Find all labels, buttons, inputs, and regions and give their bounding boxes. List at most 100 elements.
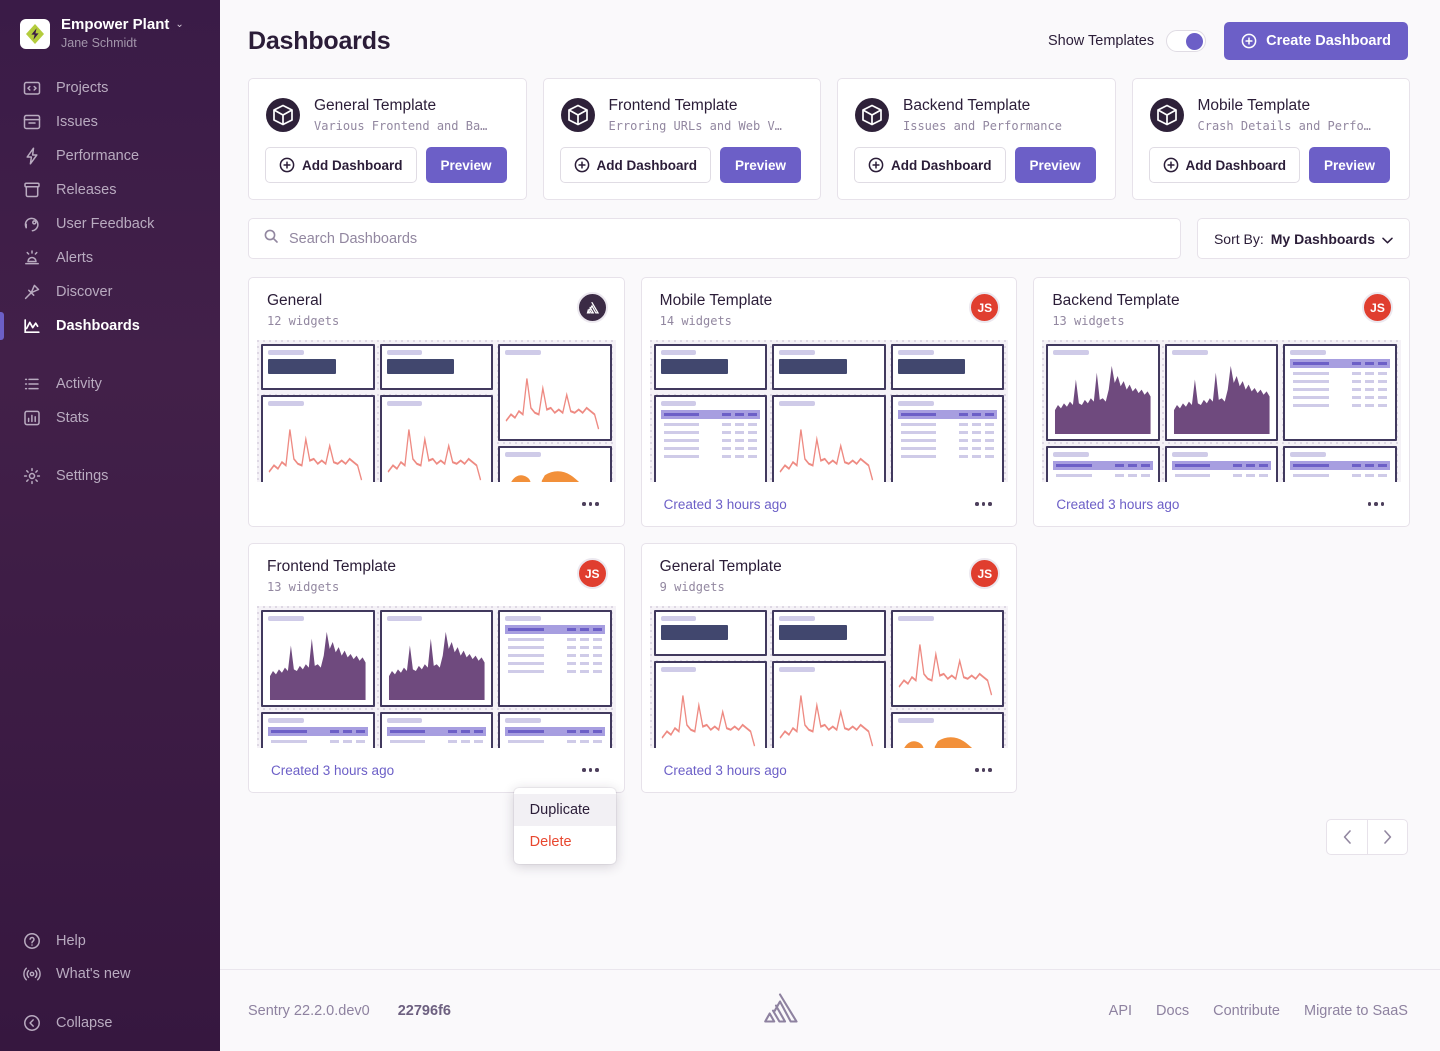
show-templates-toggle[interactable] (1166, 30, 1206, 52)
template-card-actions: Add Dashboard Preview (560, 147, 805, 183)
sort-by-dropdown[interactable]: Sort By: My Dashboards (1197, 218, 1410, 259)
template-card-backend[interactable]: Backend Template Issues and Performance … (837, 78, 1116, 200)
dashboard-card[interactable]: General 12 widgets (248, 277, 625, 527)
template-description: Various Frontend and Back… (314, 119, 494, 133)
template-description: Erroring URLs and Web Vi… (609, 119, 789, 133)
template-description: Crash Details and Perform… (1198, 119, 1378, 133)
org-name: Empower Plant (61, 16, 169, 35)
dashboard-card[interactable]: Backend Template 13 widgets JS (1033, 277, 1410, 527)
menu-item-delete[interactable]: Delete (514, 826, 616, 858)
add-dashboard-button[interactable]: Add Dashboard (854, 147, 1006, 183)
pagination-prev-button[interactable] (1327, 820, 1367, 854)
create-dashboard-button[interactable]: Create Dashboard (1224, 22, 1408, 60)
plus-circle-icon (279, 157, 295, 173)
collapse-icon (22, 1013, 42, 1033)
dashboard-actions-menu-button[interactable] (1361, 491, 1391, 517)
menu-item-duplicate[interactable]: Duplicate (514, 794, 616, 826)
sidebar-item-alerts[interactable]: Alerts (0, 241, 220, 275)
sidebar-item-issues[interactable]: Issues (0, 105, 220, 139)
search-icon (263, 228, 279, 249)
dashboards-grid: General 12 widgets (248, 277, 1410, 793)
preview-button[interactable]: Preview (1309, 147, 1390, 183)
footer-links: API Docs Contribute Migrate to SaaS (1109, 1003, 1408, 1019)
settings-icon (22, 466, 42, 486)
dashboard-actions-menu-button[interactable] (576, 757, 606, 783)
pagination-next-button[interactable] (1367, 820, 1407, 854)
dashboard-card[interactable]: General Template 9 widgets JS (641, 543, 1018, 793)
footer-link-api[interactable]: API (1109, 1003, 1132, 1019)
sidebar-group-primary: Projects Issues Performance Releases Use… (0, 71, 220, 351)
sidebar-item-settings[interactable]: Settings (0, 459, 220, 493)
dashboard-actions-menu-button[interactable] (576, 491, 606, 517)
dashboard-actions-menu-button[interactable] (968, 757, 998, 783)
preview-button[interactable]: Preview (426, 147, 507, 183)
search-dashboards-box[interactable] (248, 218, 1181, 259)
add-dashboard-label: Add Dashboard (891, 158, 992, 173)
sidebar-item-label: Performance (56, 148, 139, 164)
sidebar-item-label: What's new (56, 966, 131, 982)
dashboard-actions-menu-button[interactable] (968, 491, 998, 517)
template-card-frontend[interactable]: Frontend Template Erroring URLs and Web … (543, 78, 822, 200)
template-cards-row: General Template Various Frontend and Ba… (248, 78, 1410, 200)
add-dashboard-button[interactable]: Add Dashboard (1149, 147, 1301, 183)
widget-preview-table (1046, 446, 1160, 482)
footer-build-hash[interactable]: 22796f6 (398, 1003, 451, 1019)
add-dashboard-button[interactable]: Add Dashboard (560, 147, 712, 183)
dashboard-card-footer (249, 482, 624, 526)
dashboard-widget-count: 13 widgets (1052, 314, 1179, 328)
footer-link-docs[interactable]: Docs (1156, 1003, 1189, 1019)
dashboards-icon (22, 316, 42, 336)
add-dashboard-button[interactable]: Add Dashboard (265, 147, 417, 183)
sidebar-item-stats[interactable]: Stats (0, 401, 220, 435)
box-icon (1149, 97, 1185, 133)
sidebar-item-label: Alerts (56, 250, 93, 266)
search-row: Sort By: My Dashboards (248, 218, 1410, 259)
search-input[interactable] (289, 231, 1166, 247)
sidebar-item-label: Dashboards (56, 318, 140, 334)
sidebar-item-releases[interactable]: Releases (0, 173, 220, 207)
sidebar-item-collapse[interactable]: Collapse (0, 1006, 220, 1039)
widget-preview-table (261, 712, 375, 748)
dashboard-created: Created 3 hours ago (664, 497, 787, 512)
sort-by-label: Sort By: (1214, 231, 1264, 247)
sidebar-item-whats-new[interactable]: What's new (0, 957, 220, 990)
template-card-mobile[interactable]: Mobile Template Crash Details and Perfor… (1132, 78, 1411, 200)
widget-preview-line (772, 661, 886, 748)
sidebar-item-label: User Feedback (56, 216, 154, 232)
template-card-header: General Template Various Frontend and Ba… (265, 97, 510, 133)
dashboard-created: Created 3 hours ago (271, 763, 394, 778)
sidebar-item-activity[interactable]: Activity (0, 367, 220, 401)
page-footer: Sentry 22.2.0.dev0 22796f6 API Docs Cont… (220, 969, 1440, 1051)
dashboard-card[interactable]: Mobile Template 14 widgets JS (641, 277, 1018, 527)
show-templates-control[interactable]: Show Templates (1048, 30, 1206, 52)
toggle-knob (1186, 33, 1203, 50)
dashboard-widget-count: 14 widgets (660, 314, 773, 328)
footer-link-contribute[interactable]: Contribute (1213, 1003, 1280, 1019)
sidebar-item-projects[interactable]: Projects (0, 71, 220, 105)
sidebar-item-user-feedback[interactable]: User Feedback (0, 207, 220, 241)
dashboard-card-footer: Created 3 hours ago (249, 748, 624, 792)
sidebar-item-discover[interactable]: Discover (0, 275, 220, 309)
sidebar-item-performance[interactable]: Performance (0, 139, 220, 173)
preview-button[interactable]: Preview (1015, 147, 1096, 183)
user-name: Jane Schmidt (61, 36, 184, 52)
widget-preview-table (1165, 446, 1279, 482)
footer-link-migrate[interactable]: Migrate to SaaS (1304, 1003, 1408, 1019)
avatar: JS (577, 558, 608, 589)
widget-preview-line (891, 610, 1005, 707)
sidebar-item-help[interactable]: Help (0, 924, 220, 957)
template-card-general[interactable]: General Template Various Frontend and Ba… (248, 78, 527, 200)
performance-icon (22, 146, 42, 166)
dashboard-title: Frontend Template (267, 558, 396, 576)
dashboard-card[interactable]: Frontend Template 13 widgets JS (248, 543, 625, 793)
sidebar-item-label: Releases (56, 182, 116, 198)
widget-preview-bignumber (891, 344, 1005, 390)
avatar (577, 292, 608, 323)
plus-circle-icon (1241, 33, 1257, 49)
preview-button[interactable]: Preview (720, 147, 801, 183)
widget-preview-area (1165, 344, 1279, 441)
box-icon (265, 97, 301, 133)
org-switcher[interactable]: Empower Plant ⌄ Jane Schmidt (0, 0, 220, 65)
footer-sentry-logo (761, 991, 799, 1030)
sidebar-item-dashboards[interactable]: Dashboards (0, 309, 220, 343)
